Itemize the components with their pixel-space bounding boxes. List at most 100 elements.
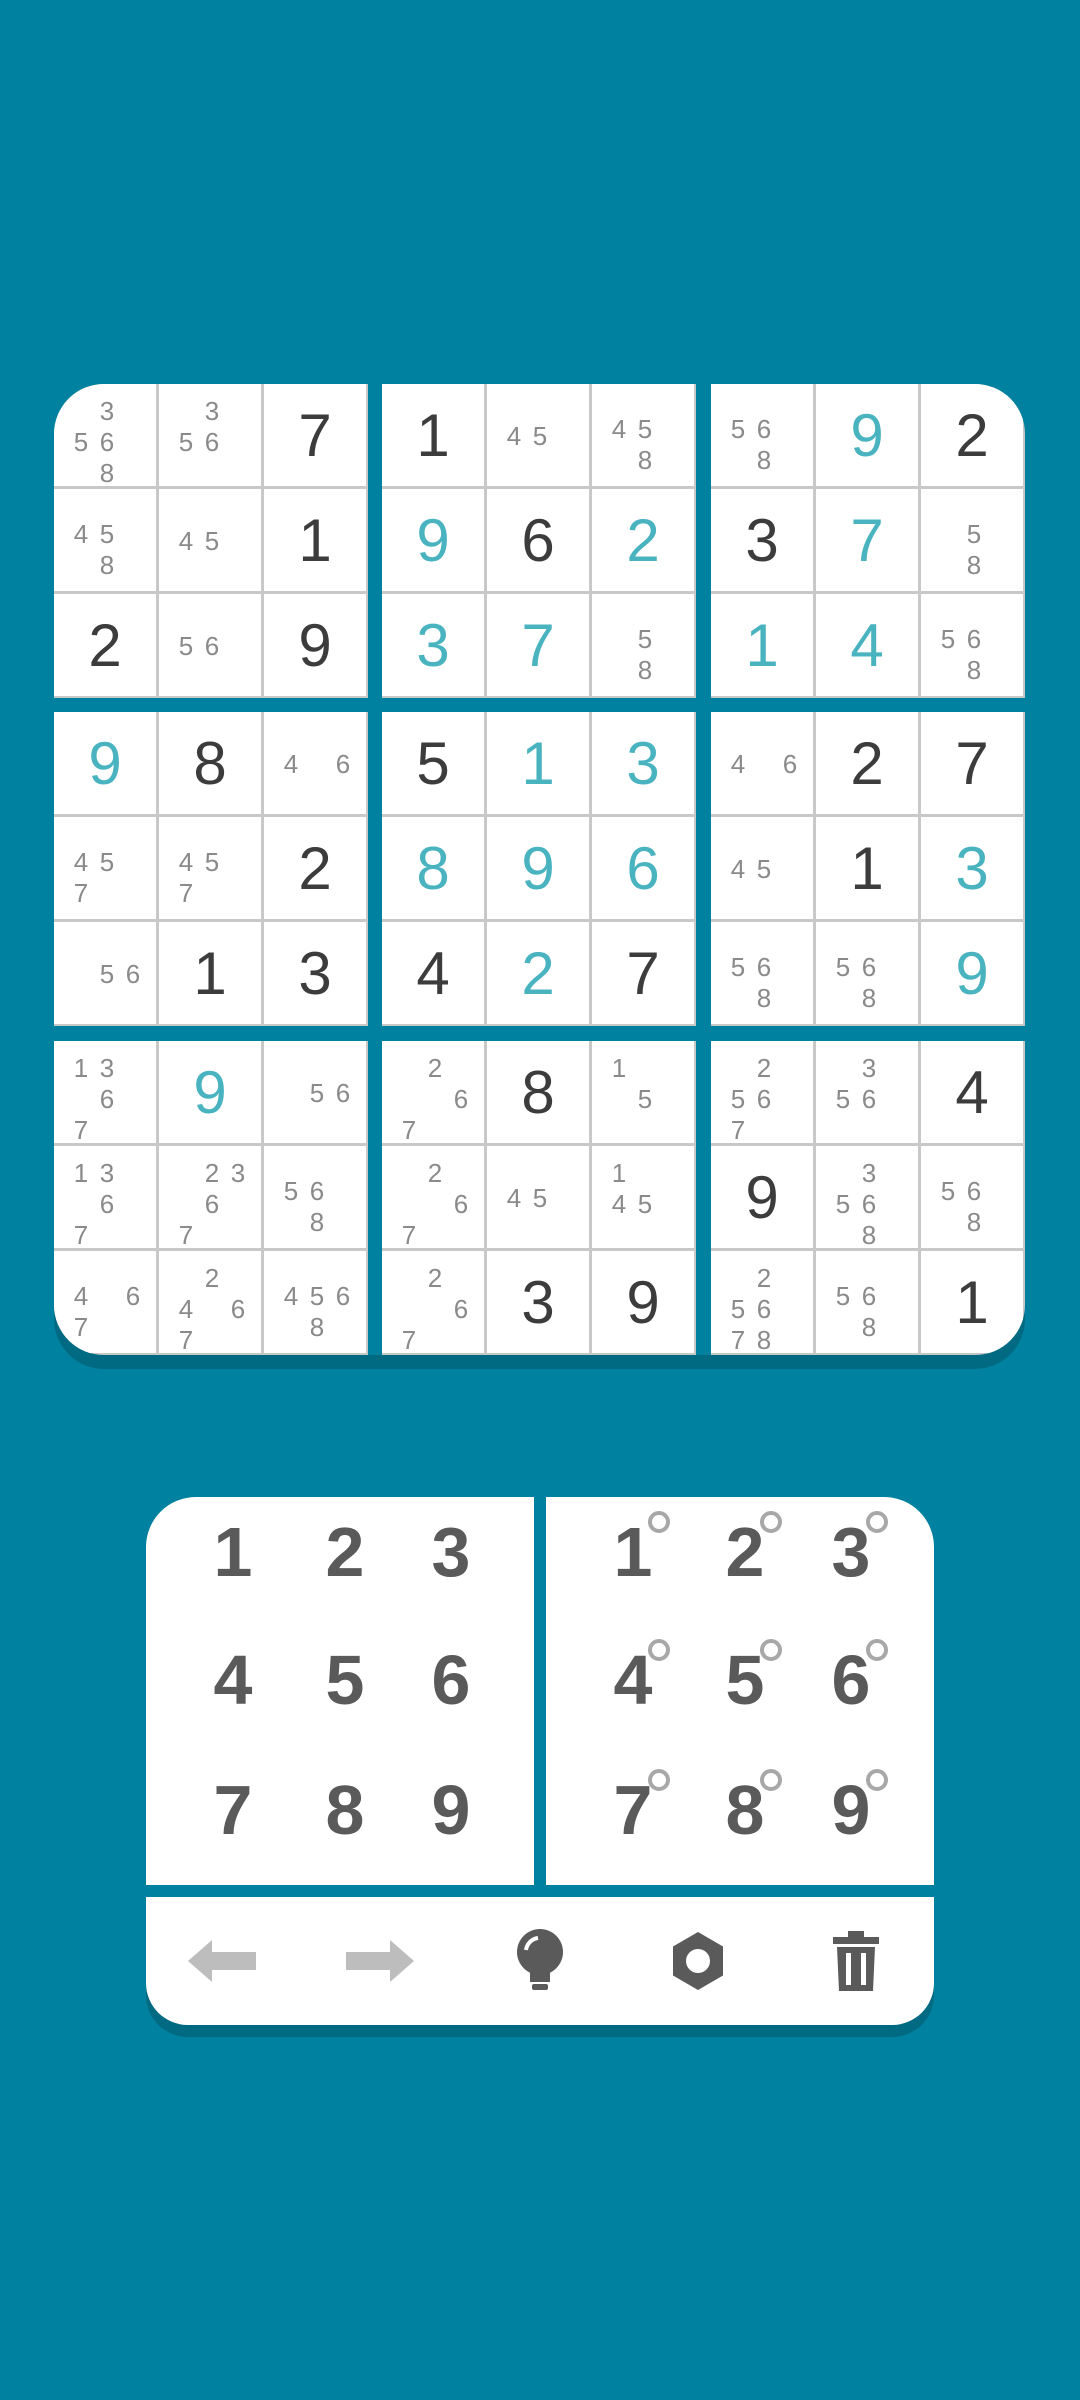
note-key[interactable]: 8 (690, 1755, 800, 1865)
sudoku-cell[interactable]: 145 (592, 1146, 694, 1248)
note-key[interactable]: 7 (578, 1755, 688, 1865)
sudoku-cell[interactable]: 9 (711, 1146, 813, 1248)
note-key[interactable]: 5 (690, 1625, 800, 1735)
sudoku-cell[interactable]: 56 (54, 922, 156, 1024)
sudoku-cell[interactable]: 3 (592, 712, 694, 814)
sudoku-cell[interactable]: 9 (487, 817, 589, 919)
sudoku-cell[interactable]: 2 (921, 384, 1023, 486)
sudoku-cell[interactable]: 4 (921, 1041, 1023, 1143)
sudoku-cell[interactable]: 4 (382, 922, 484, 1024)
hint-button[interactable] (490, 1911, 590, 2011)
sudoku-cell[interactable]: 2567 (711, 1041, 813, 1145)
sudoku-cell[interactable]: 45 (487, 1146, 589, 1248)
sudoku-cell[interactable]: 9 (816, 384, 918, 486)
sudoku-cell[interactable]: 4 6 7 (54, 1251, 156, 1353)
sudoku-cell[interactable]: 58 (592, 594, 694, 696)
number-key[interactable]: 2 (290, 1497, 400, 1607)
sudoku-cell[interactable]: 2 (592, 489, 694, 591)
note-key[interactable]: 6 (796, 1625, 906, 1735)
sudoku-cell[interactable]: 457 (54, 817, 156, 919)
sudoku-cell[interactable]: 58 (921, 489, 1023, 591)
sudoku-cell[interactable]: 3 (382, 594, 484, 696)
sudoku-cell[interactable]: 4568 (264, 1251, 366, 1353)
sudoku-cell[interactable]: 26 7 (382, 1146, 484, 1250)
note-key[interactable]: 4 (578, 1625, 688, 1735)
number-key[interactable]: 5 (290, 1625, 400, 1735)
note-key[interactable]: 2 (690, 1497, 800, 1607)
sudoku-cell[interactable]: 3568 (816, 1146, 918, 1250)
delete-button[interactable] (806, 1911, 906, 2011)
note-key[interactable]: 3 (796, 1497, 906, 1607)
sudoku-cell[interactable]: 1 (382, 384, 484, 486)
sudoku-cell[interactable]: 7 (592, 922, 694, 1024)
sudoku-cell[interactable]: 6 (487, 489, 589, 591)
sudoku-cell[interactable]: 2 (54, 594, 156, 696)
sudoku-cell[interactable]: 26 7 (382, 1251, 484, 1355)
sudoku-cell[interactable]: 3 (264, 922, 366, 1024)
number-key[interactable]: 3 (396, 1497, 506, 1607)
sudoku-cell[interactable]: 9 (382, 489, 484, 591)
sudoku-cell[interactable]: 9 (159, 1041, 261, 1143)
sudoku-cell[interactable]: 458 (54, 489, 156, 591)
sudoku-cell[interactable]: 356 (159, 384, 261, 486)
sudoku-cell[interactable]: 9 (264, 594, 366, 696)
sudoku-cell[interactable]: 7 (816, 489, 918, 591)
sudoku-cell[interactable]: 1367 (54, 1146, 156, 1250)
undo-button[interactable] (172, 1911, 272, 2011)
sudoku-cell[interactable]: 3 (921, 817, 1023, 919)
number-key[interactable]: 6 (396, 1625, 506, 1735)
note-key[interactable]: 1 (578, 1497, 688, 1607)
sudoku-cell[interactable]: 45 (159, 489, 261, 591)
sudoku-cell[interactable]: 46 (711, 712, 813, 814)
sudoku-cell[interactable]: 2 (264, 817, 366, 919)
sudoku-cell[interactable]: 1 (487, 712, 589, 814)
sudoku-cell[interactable]: 568 (816, 1251, 918, 1353)
sudoku-cell[interactable]: 5 (382, 712, 484, 814)
sudoku-cell[interactable]: 3568 (54, 384, 156, 488)
sudoku-cell[interactable]: 56 (264, 1041, 366, 1143)
number-key[interactable]: 7 (178, 1755, 288, 1865)
sudoku-cell[interactable]: 568 (816, 922, 918, 1024)
sudoku-cell[interactable]: 25678 (711, 1251, 813, 1355)
sudoku-cell[interactable]: 568 (711, 384, 813, 486)
settings-button[interactable] (648, 1911, 748, 2011)
sudoku-cell[interactable]: 3 (487, 1251, 589, 1353)
sudoku-cell[interactable]: 9 (592, 1251, 694, 1353)
sudoku-cell[interactable]: 7 (487, 594, 589, 696)
sudoku-cell[interactable]: 56 (159, 594, 261, 696)
sudoku-cell[interactable]: 4 (816, 594, 918, 696)
sudoku-cell[interactable]: 2367 (159, 1146, 261, 1250)
sudoku-cell[interactable]: 568 (264, 1146, 366, 1248)
sudoku-cell[interactable]: 8 (159, 712, 261, 814)
sudoku-cell[interactable]: 3 (711, 489, 813, 591)
sudoku-cell[interactable]: 2 (816, 712, 918, 814)
sudoku-cell[interactable]: 8 (382, 817, 484, 919)
note-key[interactable]: 9 (796, 1755, 906, 1865)
sudoku-cell[interactable]: 45 (487, 384, 589, 486)
sudoku-cell[interactable]: 2 (487, 922, 589, 1024)
sudoku-cell[interactable]: 568 (711, 922, 813, 1024)
sudoku-cell[interactable]: 1 (816, 817, 918, 919)
sudoku-cell[interactable]: 1 (921, 1251, 1023, 1353)
sudoku-cell[interactable]: 1367 (54, 1041, 156, 1145)
sudoku-cell[interactable]: 26 7 (382, 1041, 484, 1145)
sudoku-cell[interactable]: 24 6 7 (159, 1251, 261, 1355)
number-key[interactable]: 9 (396, 1755, 506, 1865)
sudoku-cell[interactable]: 356 (816, 1041, 918, 1143)
number-key[interactable]: 8 (290, 1755, 400, 1865)
sudoku-cell[interactable]: 15 (592, 1041, 694, 1143)
sudoku-cell[interactable]: 45 (711, 817, 813, 919)
sudoku-cell[interactable]: 458 (592, 384, 694, 486)
sudoku-cell[interactable]: 9 (54, 712, 156, 814)
sudoku-cell[interactable]: 1 (711, 594, 813, 696)
sudoku-cell[interactable]: 568 (921, 594, 1023, 696)
sudoku-cell[interactable]: 1 (159, 922, 261, 1024)
sudoku-cell[interactable]: 9 (921, 922, 1023, 1024)
sudoku-cell[interactable]: 7 (921, 712, 1023, 814)
sudoku-cell[interactable]: 6 (592, 817, 694, 919)
sudoku-cell[interactable]: 46 (264, 712, 366, 814)
redo-button[interactable] (330, 1911, 430, 2011)
sudoku-cell[interactable]: 1 (264, 489, 366, 591)
sudoku-cell[interactable]: 457 (159, 817, 261, 919)
number-key[interactable]: 4 (178, 1625, 288, 1735)
